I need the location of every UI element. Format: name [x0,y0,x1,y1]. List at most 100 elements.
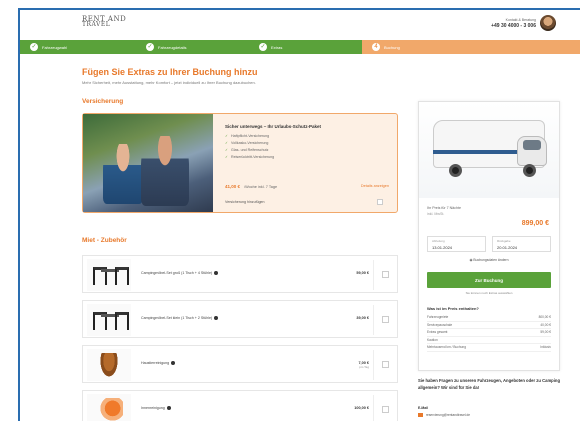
list-item: ✓ Vollkasko-Versicherung [225,140,393,147]
rental-item-checkbox[interactable] [382,271,389,278]
step-vehicle-choice[interactable]: ✓ Fahrzeugwahl [20,40,136,54]
change-dates-link[interactable]: ◉ Buchungsdaten ändern [419,258,559,262]
price-value: 59,00 € [356,271,369,275]
book-button[interactable]: Zur Buchung [427,272,551,288]
contact-info: Kontakt & Beratung +49 30 4000 - 3 006 [491,18,536,29]
return-date-field[interactable]: Rückgabe 20.01.2024 [492,236,551,252]
insurance-item: Vollkasko-Versicherung [231,141,269,145]
pickup-label: Abholung [432,239,445,243]
cleaning-glove-icon [97,398,123,421]
rental-item-price: 100,00 € [341,406,369,410]
furniture-small-image [87,304,131,336]
chair-icon [115,312,129,330]
rental-item-price: 59,00 € [341,271,369,275]
pickup-date-field[interactable]: Abholung 13.01.2024 [427,236,486,252]
included-title: Was ist im Preis enthalten? [427,306,479,311]
row-label: Mehrtausend km / Buchung [427,345,466,349]
included-list: Was ist im Preis enthalten? Fahrzeugmiet… [427,306,551,352]
avatar[interactable] [540,15,556,31]
rental-item-label: Campingmöbel-Set groß (1 Tisch + 4 Stühl… [141,271,213,275]
divider [373,305,374,335]
insurance-checkbox-label: Versicherung hinzufügen [225,200,265,204]
rental-item-name: Campingmöbel-Set klein (1 Tisch + 2 Stüh… [141,316,219,321]
info-icon[interactable] [171,361,176,366]
check-icon: ✓ [259,43,267,51]
row-label: Servicepauschale [427,322,453,327]
insurance-details-link[interactable]: Details anzeigen [361,184,389,188]
total-price: 899,00 € [521,220,549,227]
return-label: Rückgabe [497,239,511,243]
browser-frame: RENT AND TRAVEL Kontakt & Beratung +49 3… [18,8,580,421]
row-value: 59,00 € [540,330,551,334]
insurance-details: Sicher unterwegs – Ihr Urlaubs-Schutz-Pa… [225,124,393,161]
rental-item[interactable]: Campingmöbel-Set klein (1 Tisch + 2 Stüh… [82,300,398,338]
motorhome-image [419,102,559,198]
included-row: Fahrzeugmiete 800,00 € [427,314,551,322]
rental-item-checkbox[interactable] [382,361,389,368]
rental-item-checkbox[interactable] [382,406,389,413]
contact-label: Kontakt & Beratung [505,18,536,22]
logo[interactable]: RENT AND TRAVEL [82,16,126,28]
divider [373,260,374,290]
info-icon[interactable] [214,316,219,321]
step-number-icon: 4 [372,43,380,51]
insurance-item: Glas- und Reifenschutz [231,148,269,152]
info-icon[interactable] [214,271,219,276]
step-label: Fahrzeugwahl [42,44,68,50]
insurance-price-unit: /Woche inkl. 7 Tage [244,185,278,189]
rental-item-price: 39,00 € [341,316,369,320]
check-icon: ✓ [30,43,38,51]
row-value: Inklusiv [540,345,551,349]
dog-icon [99,353,119,379]
step-label: Fahrzeugdetails [158,44,187,50]
insurance-item: Haftpflicht-Versicherung [231,134,270,138]
insurance-price-row: 41,00 € /Woche inkl. 7 Tage Details anze… [225,184,393,189]
contact-phone[interactable]: +49 30 4000 - 3 006 [491,23,536,29]
pet-cleaning-image [87,349,131,381]
page-title: Fügen Sie Extras zu Ihrer Buchung hinzu [82,67,258,77]
info-icon[interactable] [166,406,171,411]
price-unit: pro Tag [359,365,369,369]
rental-item[interactable]: Haustierreinigung 7,00 € pro Tag [82,345,398,383]
mail-address: reservierung@rentandtravel.de [426,413,470,417]
check-icon: ✓ [225,134,229,138]
insurance-section-title: Versicherung [82,98,124,105]
included-row: Mehrtausend km / Buchung Inklusiv [427,344,551,352]
rental-item[interactable]: Innenreinigung 100,00 € [82,390,398,421]
check-icon: ✓ [225,148,229,152]
step-label: Extras [271,44,283,50]
insurance-checkbox-row[interactable]: Versicherung hinzufügen [225,199,393,205]
mail-label: E-Mail [418,406,428,410]
price-label: Ihr Preis für 7 Nächte [427,206,461,210]
date-row: Abholung 13.01.2024 Rückgabe 20.01.2024 [427,236,551,252]
row-label: Fahrzeugmiete [427,315,449,319]
insurance-checkbox[interactable] [377,199,383,205]
step-extras[interactable]: ✓ Extras [249,40,362,54]
chair-icon [115,267,129,285]
wheel-icon [523,164,536,177]
divider [373,350,374,380]
mail-link[interactable]: reservierung@rentandtravel.de [418,413,470,418]
rental-item-name: Haustierreinigung [141,361,176,366]
price-sub: inkl. MwSt. [427,212,445,216]
insurance-list: ✓ Haftpflicht-Versicherung ✓ Vollkasko-Ver… [225,133,393,161]
step-vehicle-details[interactable]: ✓ Fahrzeugdetails [136,40,249,54]
interior-cleaning-image [87,394,131,421]
person-figure [103,144,143,204]
row-label: Extras gesamt [427,330,448,334]
cta-note: Sie können noch Extras auswählen [465,291,513,295]
insurance-card[interactable]: Sicher unterwegs – Ihr Urlaubs-Schutz-Pa… [82,113,398,213]
change-dates-label: Buchungsdaten ändern [473,258,509,262]
person-figure [141,136,189,206]
top-bar: RENT AND TRAVEL Kontakt & Beratung +49 3… [20,10,580,40]
check-icon: ✓ [225,141,229,145]
rental-item-checkbox[interactable] [382,316,389,323]
rental-item[interactable]: Campingmöbel-Set groß (1 Tisch + 4 Stühl… [82,255,398,293]
rental-item-label: Campingmöbel-Set klein (1 Tisch + 2 Stüh… [141,316,213,320]
step-label: Buchung [384,44,400,50]
included-row: Servicepauschale 40,00 € [427,322,551,329]
list-item: ✓ Haftpflicht-Versicherung [225,133,393,140]
furniture-large-image [87,259,131,291]
insurance-photo [83,114,213,212]
step-booking[interactable]: 4 Buchung [362,40,580,54]
